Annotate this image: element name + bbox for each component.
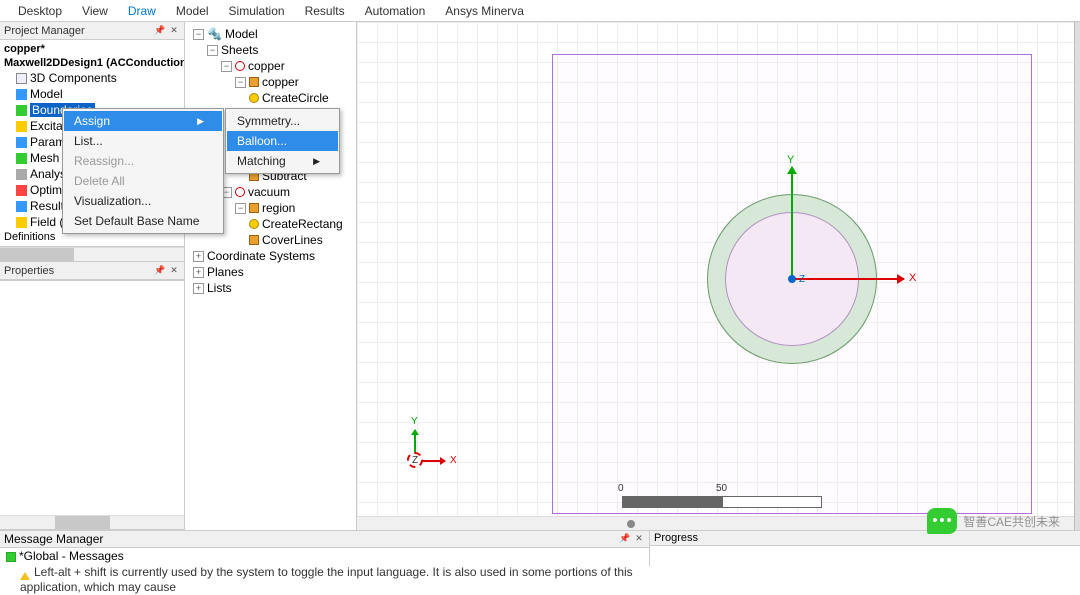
material-icon [235,187,245,197]
axis-x-label: X [909,272,916,284]
viewport-right-edge [1074,22,1080,530]
mt-coverlines-2[interactable]: CoverLines [187,232,354,248]
ctx-reassign: Reassign... [64,151,222,171]
axis-y [791,167,793,279]
menubar: Desktop View Draw Model Simulation Resul… [0,0,1080,22]
pin-icon[interactable]: 📌 [154,25,166,37]
boundaries-icon [16,105,27,116]
op-icon [249,235,259,245]
wechat-icon [927,508,957,534]
menu-draw[interactable]: Draw [118,2,166,20]
model-tree[interactable]: −🔩Model −Sheets −copper −copper CreateCi… [185,22,357,530]
close-icon[interactable]: ✕ [168,25,180,37]
excitations-icon [16,121,27,132]
properties-panel [0,280,184,515]
mt-model[interactable]: −🔩Model [187,26,354,42]
mt-lists[interactable]: +Lists [187,280,354,296]
ctx-delete-all: Delete All [64,171,222,191]
tree-3d-components[interactable]: 3D Components [0,70,184,86]
op-icon [249,93,259,103]
submenu-arrow-icon: ▶ [313,156,320,167]
mt-sheets[interactable]: −Sheets [187,42,354,58]
menu-view[interactable]: View [72,2,118,20]
context-menu-assign: Symmetry... Balloon... Matching▶ [225,108,340,174]
menu-results[interactable]: Results [295,2,355,20]
project-manager-header: Project Manager 📌 ✕ [0,22,184,40]
pin-icon[interactable]: 📌 [154,265,166,277]
project-tree-scrollbar[interactable] [0,247,184,262]
axis-x [792,278,904,280]
components-icon [16,73,27,84]
tree-model[interactable]: Model [0,86,184,102]
properties-header: Properties 📌 ✕ [0,262,184,280]
ctx-assign[interactable]: Assign▶ [64,111,222,131]
msg-warning[interactable]: Left-alt + shift is currently used by th… [0,564,649,595]
tree-icon [6,552,16,562]
origin [788,275,796,283]
close-icon[interactable]: ✕ [168,265,180,277]
mesh-icon [16,153,27,164]
message-manager-header: Message Manager 📌 ✕ [0,531,649,548]
axis-y-label: Y [787,154,794,166]
progress-panel: Progress [650,531,1080,566]
watermark: 智善CAE共创未来 [927,508,1060,534]
3d-viewport[interactable]: Y X Z Y X Z 0 50 [357,22,1080,530]
warning-icon [20,567,30,580]
ctx-list[interactable]: List... [64,131,222,151]
op-icon [249,219,259,229]
axis-z-label: Z [799,274,805,285]
menu-automation[interactable]: Automation [355,2,436,20]
mt-copper-obj[interactable]: −copper [187,74,354,90]
message-manager-panel: Message Manager 📌 ✕ *Global - Messages L… [0,531,650,566]
results-icon [16,201,27,212]
menu-model[interactable]: Model [166,2,219,20]
field-icon [16,217,27,228]
menu-desktop[interactable]: Desktop [8,2,72,20]
bottom-panels: Message Manager 📌 ✕ *Global - Messages L… [0,530,1080,566]
menu-ansys-minerva[interactable]: Ansys Minerva [435,2,534,20]
menu-simulation[interactable]: Simulation [219,2,295,20]
design-node[interactable]: Maxwell2DDesign1 (ACConduction, ) [0,56,184,70]
msg-global-node[interactable]: *Global - Messages [0,548,649,564]
mt-copper-mat[interactable]: −copper [187,58,354,74]
ctx-balloon[interactable]: Balloon... [227,131,338,151]
optim-icon [16,185,27,196]
properties-title: Properties [4,265,54,277]
object-icon [249,203,259,213]
scale-ruler: 0 50 [622,496,822,508]
analysis-icon [16,169,27,180]
left-column: Project Manager 📌 ✕ copper* Maxwell2DDes… [0,22,185,530]
parameters-icon [16,137,27,148]
message-manager-title: Message Manager [4,532,103,546]
mt-coordinate-systems[interactable]: +Coordinate Systems [187,248,354,264]
model-icon [16,89,27,100]
properties-scrollbar[interactable] [0,515,184,530]
ctx-visualization[interactable]: Visualization... [64,191,222,211]
ctx-matching[interactable]: Matching▶ [227,151,338,171]
project-manager-title: Project Manager [4,25,85,37]
ctx-set-default-base-name[interactable]: Set Default Base Name [64,211,222,231]
close-icon[interactable]: ✕ [633,532,645,544]
mt-createcircle-1[interactable]: CreateCircle [187,90,354,106]
mt-planes[interactable]: +Planes [187,264,354,280]
material-icon [235,61,245,71]
submenu-arrow-icon: ▶ [197,116,204,127]
context-menu-boundaries: Assign▶ List... Reassign... Delete All V… [62,108,224,234]
ctx-symmetry[interactable]: Symmetry... [227,111,338,131]
object-icon [249,77,259,87]
pin-icon[interactable]: 📌 [619,532,631,544]
project-node[interactable]: copper* [0,42,184,56]
